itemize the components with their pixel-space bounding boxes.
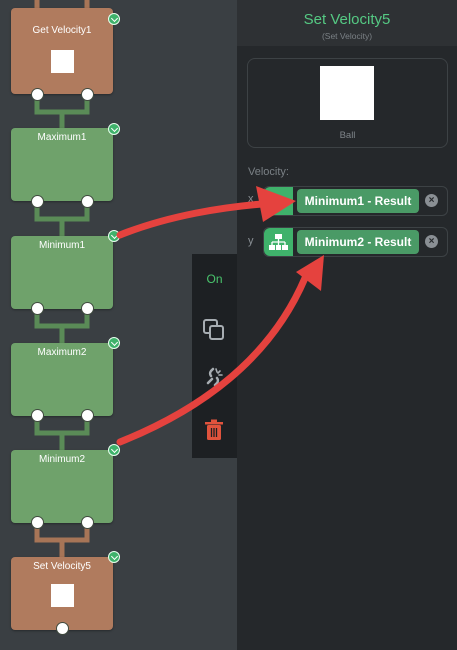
output-port[interactable] [31, 409, 44, 422]
velocity-y-value[interactable]: Minimum2 - Result [297, 230, 419, 254]
node-title: Set Velocity5 [33, 561, 91, 572]
node-title: Minimum2 [38, 454, 86, 465]
clear-y-icon[interactable]: × [425, 235, 438, 248]
velocity-x-value[interactable]: Minimum1 - Result [297, 189, 419, 213]
node-badge-icon[interactable] [108, 551, 120, 563]
node-badge-icon[interactable] [108, 123, 120, 135]
clear-x-icon[interactable]: × [425, 194, 438, 207]
output-port[interactable] [81, 409, 94, 422]
node-maximum2[interactable]: Maximum2 [11, 343, 113, 416]
node-thumbnail [51, 584, 74, 607]
output-port[interactable] [31, 88, 44, 101]
output-port[interactable] [81, 516, 94, 529]
copy-icon[interactable] [202, 318, 226, 342]
axis-label-x: x [248, 193, 254, 205]
node-badge-icon[interactable] [108, 337, 120, 349]
inspector-panel: Set Velocity5 (Set Velocity) Ball Veloci… [237, 0, 457, 650]
node-toolbar: On [192, 254, 237, 458]
inspector-title: Set Velocity5 [303, 11, 391, 28]
output-port[interactable] [81, 88, 94, 101]
node-badge-icon[interactable] [108, 230, 120, 242]
node-badge-icon[interactable] [108, 444, 120, 456]
velocity-x-field[interactable]: Minimum1 - Result × [263, 186, 448, 216]
inspector-subtitle: (Set Velocity) [321, 31, 373, 41]
node-maximum1[interactable]: Maximum1 [11, 128, 113, 201]
node-badge-icon[interactable] [108, 13, 120, 25]
node-set-velocity5[interactable]: Set Velocity5 [11, 557, 113, 630]
hierarchy-glyph [269, 234, 288, 250]
output-port[interactable] [31, 516, 44, 529]
output-port[interactable] [56, 622, 69, 635]
velocity-label: Velocity: [248, 166, 289, 178]
node-title: Maximum1 [37, 132, 87, 143]
target-object-card[interactable]: Ball [247, 58, 448, 148]
output-port[interactable] [81, 302, 94, 315]
node-title: Minimum1 [38, 240, 86, 251]
node-title: Get Velocity1 [32, 25, 92, 36]
toggle-on-button[interactable]: On [192, 272, 237, 286]
axis-label-y: y [248, 235, 254, 247]
output-port[interactable] [31, 195, 44, 208]
disconnect-icon[interactable] [202, 365, 226, 389]
inspector-header: Set Velocity5 (Set Velocity) [237, 0, 457, 46]
output-port[interactable] [31, 302, 44, 315]
node-minimum1[interactable]: Minimum1 [11, 236, 113, 309]
node-minimum2[interactable]: Minimum2 [11, 450, 113, 523]
output-port[interactable] [81, 195, 94, 208]
trash-icon[interactable] [202, 418, 226, 442]
hierarchy-icon[interactable] [264, 228, 293, 256]
node-thumbnail [51, 50, 74, 73]
velocity-y-field[interactable]: Minimum2 - Result × [263, 227, 448, 257]
object-thumbnail [320, 66, 374, 120]
node-title: Maximum2 [37, 347, 87, 358]
hierarchy-icon[interactable] [264, 187, 293, 215]
object-label: Ball [339, 130, 356, 141]
node-get-velocity1[interactable]: Get Velocity1 [11, 8, 113, 94]
